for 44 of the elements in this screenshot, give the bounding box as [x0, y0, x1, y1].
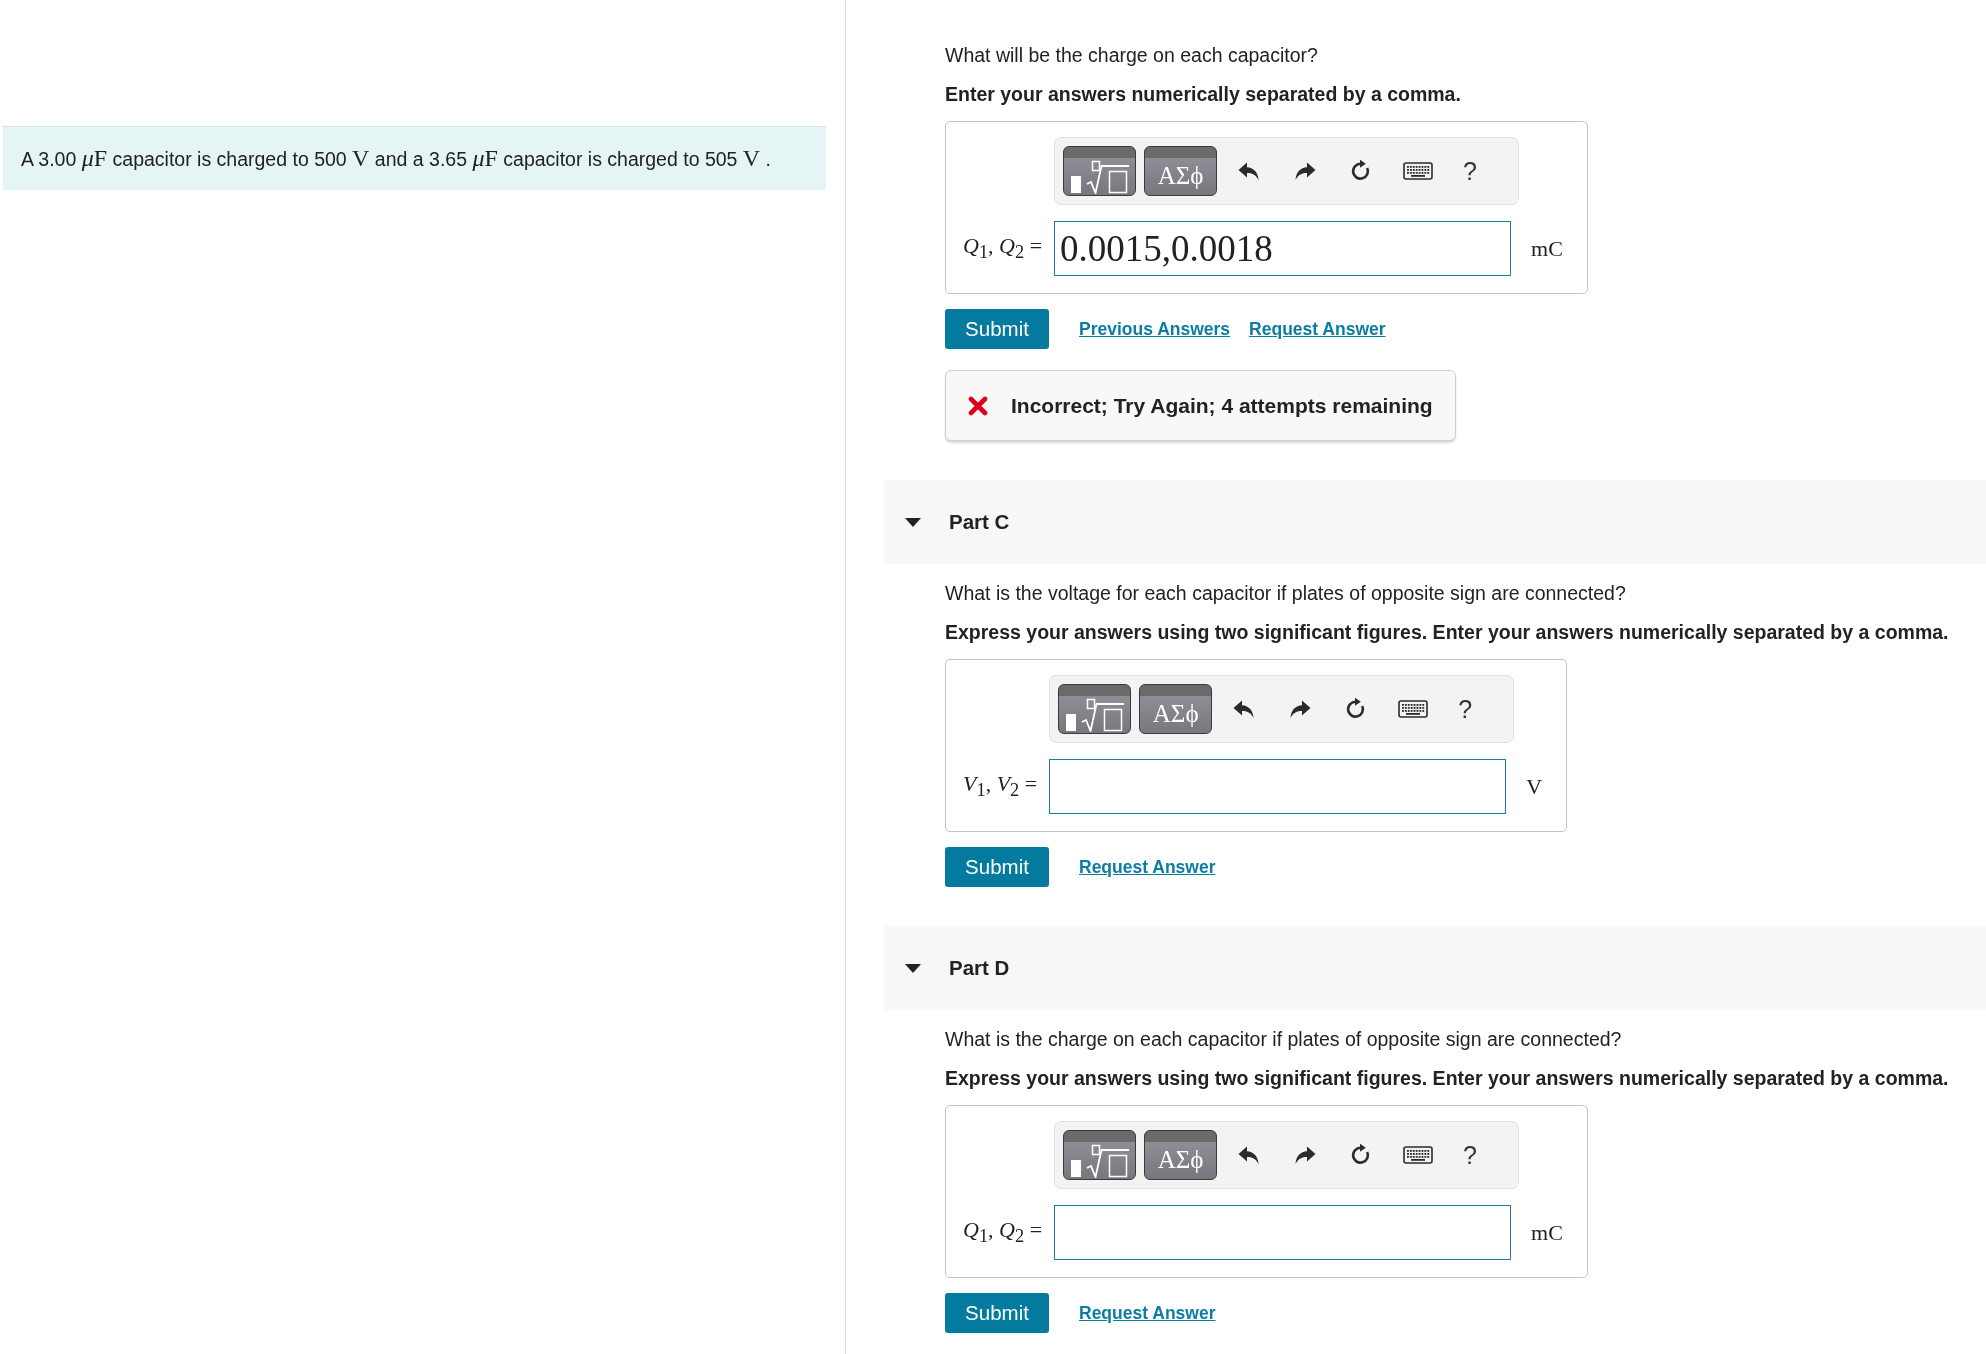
- question-text: What is the voltage for each capacitor if plates of opposite sign are connected?: [945, 581, 1627, 606]
- templates-button[interactable]: [1058, 684, 1132, 734]
- submit-button[interactable]: Submit: [945, 1293, 1049, 1333]
- help-button[interactable]: ?: [1459, 156, 1481, 186]
- answer-input[interactable]: [1054, 1205, 1512, 1260]
- problem-statement: A 3.00 μF capacitor is charged to 500 V and a 3.65 μF capacitor is charged to 505 V .: [21, 145, 772, 172]
- help-button[interactable]: ?: [1459, 1140, 1481, 1170]
- keyboard-icon[interactable]: [1403, 162, 1434, 180]
- feedback-text: Incorrect; Try Again; 4 attempts remaining: [1011, 393, 1433, 418]
- answer-label: V$_{1}$, V$_{2}$ =: [963, 771, 1038, 802]
- instruction-text: Express your answers using two significant figures. Enter your answers numerically separated by a comma.: [945, 620, 1950, 645]
- symbols-button[interactable]: ΑΣϕ: [1144, 146, 1218, 196]
- symbols-button[interactable]: ΑΣϕ: [1139, 684, 1213, 734]
- question-text: What is the charge on each capacitor if plates of opposite sign are connected?: [945, 1027, 1623, 1052]
- answer-label: Q$_{1}$, Q$_{2}$ =: [963, 233, 1043, 264]
- symbols-button[interactable]: ΑΣϕ: [1144, 1130, 1218, 1180]
- instruction-text: Enter your answers numerically separated by a comma.: [945, 82, 1462, 107]
- answer-input[interactable]: 0.0015,0.0018: [1054, 221, 1512, 276]
- submit-button[interactable]: Submit: [945, 309, 1049, 349]
- answer-link[interactable]: Request Answer: [1079, 1302, 1216, 1324]
- answer-label: Q$_{1}$, Q$_{2}$ =: [963, 1217, 1043, 1248]
- answer-link[interactable]: Previous Answers: [1079, 318, 1231, 340]
- instruction-text: Express your answers using two significant figures. Enter your answers numerically separated by a comma.: [945, 1066, 1950, 1091]
- part-title: Part C: [949, 510, 1010, 534]
- square-root-icon: [1064, 698, 1125, 732]
- question-text: What will be the charge on each capacitor?: [945, 43, 1319, 68]
- part-title: Part D: [949, 956, 1010, 980]
- square-root-icon: [1069, 1144, 1130, 1178]
- templates-button[interactable]: [1063, 146, 1137, 196]
- part-header[interactable]: Part C: [884, 480, 1986, 564]
- keyboard-icon[interactable]: [1398, 700, 1429, 718]
- keyboard-icon[interactable]: [1403, 1146, 1434, 1164]
- templates-button[interactable]: [1063, 1130, 1137, 1180]
- part-header[interactable]: Part D: [884, 926, 1986, 1010]
- answer-input[interactable]: [1049, 759, 1507, 814]
- cross-icon: [968, 395, 988, 416]
- unit-label: mC: [1531, 235, 1563, 262]
- answer-link[interactable]: Request Answer: [1079, 856, 1216, 878]
- answer-link[interactable]: Request Answer: [1249, 318, 1386, 340]
- submit-button[interactable]: Submit: [945, 847, 1049, 887]
- unit-label: V: [1526, 773, 1543, 800]
- square-root-icon: [1069, 160, 1130, 194]
- unit-label: mC: [1531, 1219, 1563, 1246]
- help-button[interactable]: ?: [1454, 694, 1477, 724]
